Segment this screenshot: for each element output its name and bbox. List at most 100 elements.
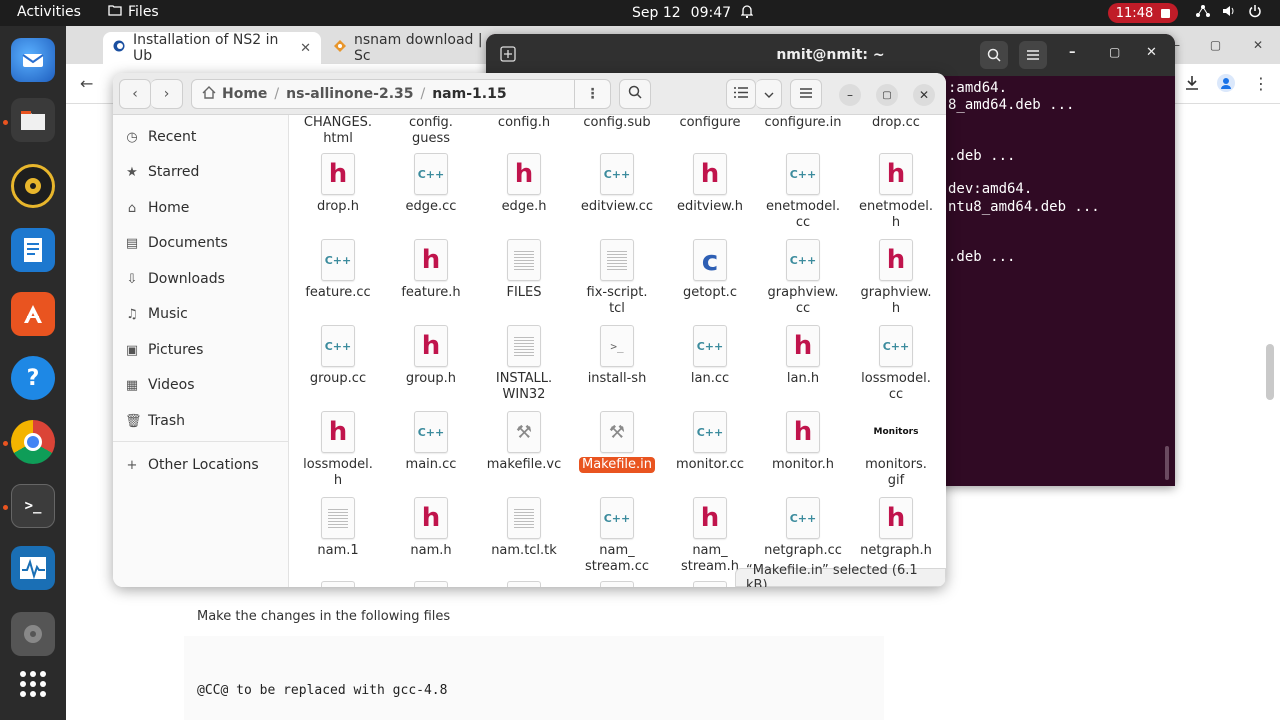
file-item[interactable]: h enetmodel. h: [851, 153, 941, 231]
terminal-search-icon[interactable]: [980, 41, 1008, 69]
recording-indicator[interactable]: 11:48: [1108, 3, 1178, 23]
sidebar-item-videos[interactable]: ▦ Videos: [125, 371, 195, 399]
sidebar-item-starred[interactable]: ★ Starred: [125, 158, 199, 186]
file-item[interactable]: INSTALL. WIN32: [479, 325, 569, 403]
close-icon[interactable]: ✕: [1253, 38, 1263, 52]
file-icon-partial[interactable]: [414, 581, 448, 587]
maximize-button[interactable]: ▢: [876, 84, 898, 106]
file-item[interactable]: FILES: [479, 239, 569, 301]
terminal-icon[interactable]: >_: [11, 484, 55, 528]
file-item[interactable]: nam.tcl.tk: [479, 497, 569, 559]
thunderbird-icon[interactable]: [11, 38, 55, 82]
file-item[interactable]: CHANGES. html: [293, 115, 383, 147]
file-item[interactable]: h netgraph.h: [851, 497, 941, 559]
terminal-close-icon[interactable]: ✕: [1146, 45, 1157, 60]
system-monitor-icon[interactable]: [11, 546, 55, 590]
files-icon[interactable]: [11, 98, 55, 142]
main-menu-button[interactable]: [790, 79, 822, 109]
file-item[interactable]: h graphview. h: [851, 239, 941, 317]
sidebar-item-documents[interactable]: ▤ Documents: [125, 229, 228, 257]
file-item[interactable]: configure: [665, 115, 755, 131]
file-item[interactable]: config.sub: [572, 115, 662, 131]
file-item[interactable]: C++ group.cc: [293, 325, 383, 387]
activities-button[interactable]: Activities: [17, 4, 81, 20]
show-apps-icon[interactable]: [11, 662, 55, 706]
breadcrumb-current[interactable]: nam-1.15: [425, 86, 513, 102]
file-item[interactable]: C++ nam_ stream.cc: [572, 497, 662, 575]
path-menu-button[interactable]: ⋮: [574, 80, 610, 108]
sidebar-item-home[interactable]: ⌂ Home: [125, 194, 189, 222]
tab-nsnam-download[interactable]: nsnam download | Sc: [324, 32, 494, 64]
sidebar-item-downloads[interactable]: ⇩ Downloads: [125, 265, 225, 293]
terminal-scrollbar[interactable]: [1165, 446, 1169, 480]
view-list-button[interactable]: [726, 79, 756, 109]
file-item[interactable]: C++ feature.cc: [293, 239, 383, 301]
download-icon[interactable]: [1184, 75, 1200, 95]
sidebar-item-trash[interactable]: 🗑 Trash: [125, 407, 185, 435]
file-item[interactable]: >_ install-sh: [572, 325, 662, 387]
file-item[interactable]: C++ graphview. cc: [758, 239, 848, 317]
maximize-icon[interactable]: ▢: [1210, 38, 1221, 52]
sidebar-item-music[interactable]: ♫ Music: [125, 300, 188, 328]
file-item[interactable]: h lan.h: [758, 325, 848, 387]
file-item[interactable]: h monitor.h: [758, 411, 848, 473]
file-item[interactable]: Monitors monitors. gif: [851, 411, 941, 489]
file-icon-partial[interactable]: [321, 581, 355, 587]
help-icon[interactable]: ?: [11, 356, 55, 400]
file-item[interactable]: h feature.h: [386, 239, 476, 301]
file-item[interactable]: nam.1: [293, 497, 383, 559]
app-menu[interactable]: Files: [108, 4, 159, 20]
back-button[interactable]: ‹: [119, 79, 151, 109]
file-item[interactable]: C++ netgraph.cc: [758, 497, 848, 559]
tab-ns2-installation[interactable]: Installation of NS2 in Ub ✕: [103, 32, 321, 64]
page-scrollbar[interactable]: [1266, 344, 1274, 400]
file-item[interactable]: configure.in: [758, 115, 848, 131]
file-icon-partial[interactable]: [600, 581, 634, 587]
search-button[interactable]: [619, 79, 651, 109]
file-item[interactable]: fix-script. tcl: [572, 239, 662, 317]
disk-icon[interactable]: [11, 612, 55, 656]
file-item[interactable]: h nam.h: [386, 497, 476, 559]
terminal-minimize-icon[interactable]: –: [1069, 45, 1076, 60]
profile-avatar[interactable]: [1217, 74, 1235, 92]
terminal-maximize-icon[interactable]: ▢: [1109, 45, 1120, 59]
file-item[interactable]: h lossmodel. h: [293, 411, 383, 489]
rhythmbox-icon[interactable]: [11, 164, 55, 208]
back-arrow-icon[interactable]: ←: [80, 74, 93, 93]
breadcrumb-home[interactable]: Home: [192, 85, 274, 103]
file-item[interactable]: h drop.h: [293, 153, 383, 215]
view-options-button[interactable]: [756, 79, 782, 109]
file-item[interactable]: h group.h: [386, 325, 476, 387]
file-item[interactable]: h edge.h: [479, 153, 569, 215]
file-icon-partial[interactable]: [507, 581, 541, 587]
file-item[interactable]: config.h: [479, 115, 569, 131]
writer-icon[interactable]: [11, 228, 55, 272]
file-item[interactable]: ⚒ Makefile.in: [572, 411, 662, 473]
file-item[interactable]: drop.cc: [851, 115, 941, 131]
forward-button[interactable]: ›: [151, 79, 183, 109]
file-icon-partial[interactable]: [693, 581, 727, 587]
file-item[interactable]: C++ monitor.cc: [665, 411, 755, 473]
file-item[interactable]: c getopt.c: [665, 239, 755, 301]
tab-close-icon[interactable]: ✕: [300, 41, 311, 56]
chrome-icon[interactable]: [11, 420, 55, 464]
minimize-button[interactable]: –: [839, 84, 861, 106]
file-item[interactable]: C++ edge.cc: [386, 153, 476, 215]
clock[interactable]: Sep 12 09:47: [632, 4, 754, 22]
file-item[interactable]: C++ enetmodel. cc: [758, 153, 848, 231]
system-menu[interactable]: [1196, 4, 1262, 22]
breadcrumb-ns-allinone[interactable]: ns-allinone-2.35: [279, 86, 420, 102]
file-item[interactable]: C++ main.cc: [386, 411, 476, 473]
file-item[interactable]: C++ editview.cc: [572, 153, 662, 215]
close-button[interactable]: ✕: [913, 84, 935, 106]
sidebar-item-other-locations[interactable]: + Other Locations: [125, 451, 259, 479]
more-menu-icon[interactable]: ⋮: [1253, 74, 1269, 93]
sidebar-item-pictures[interactable]: ▣ Pictures: [125, 336, 204, 364]
app-center-icon[interactable]: [11, 292, 55, 336]
file-item[interactable]: h editview.h: [665, 153, 755, 215]
file-item[interactable]: ⚒ makefile.vc: [479, 411, 569, 473]
file-item[interactable]: h nam_ stream.h: [665, 497, 755, 575]
terminal-menu-icon[interactable]: [1019, 41, 1047, 69]
sidebar-item-recent[interactable]: ◷ Recent: [125, 123, 196, 151]
file-item[interactable]: config. guess: [386, 115, 476, 147]
